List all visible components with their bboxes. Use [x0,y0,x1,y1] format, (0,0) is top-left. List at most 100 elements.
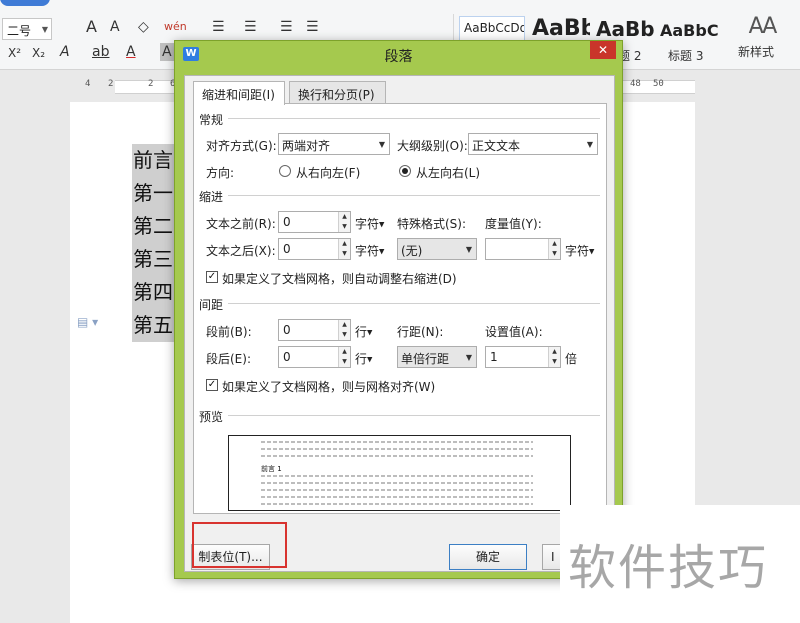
dialog-titlebar[interactable]: W 段落 ✕ [175,41,622,67]
space-after-unit-text: 行 [355,352,368,366]
measure-unit[interactable]: 字符▼ [565,242,594,259]
superscript-button[interactable]: X² [8,44,21,62]
auto-adjust-indent-label[interactable]: 如果定义了文档网格，则自动调整右缩进(D) [222,270,457,287]
tab-stops-highlight [192,522,287,568]
highlight-button[interactable]: ab [92,43,109,61]
rtl-label[interactable]: 从右向左(F) [296,164,360,181]
auto-adjust-indent-checkbox[interactable]: ✓ [206,271,218,283]
text-effect-button[interactable]: A [60,43,70,61]
indent-before-label: 文本之前(R): [206,217,276,231]
indent-after-value: 0 [283,242,291,256]
paragraph-handle-icon[interactable]: ▤ ▾ [77,315,98,329]
special-format-value: (无) [401,244,423,258]
ltr-label[interactable]: 从左向右(L) [416,164,480,181]
chevron-down-icon: ▼ [586,140,593,149]
measure-input[interactable]: ▲ ▼ [485,238,561,260]
font-size-select[interactable]: 二号 ▼ [2,18,52,40]
alignment-label: 对齐方式(G): [206,139,277,153]
set-value-input[interactable]: 1 ▲ ▼ [485,346,561,368]
phonetic-guide-button[interactable]: wén [164,18,187,36]
preview-next-line [261,503,533,505]
dialog-body: 缩进和间距(I) 换行和分页(P) 常规 对齐方式(G): 两端对齐 ▼ 大纲级… [184,75,615,572]
spinner-arrows[interactable]: ▲ ▼ [548,239,560,259]
alignment-select[interactable]: 两端对齐 ▼ [278,133,390,155]
rtl-radio[interactable] [279,165,291,177]
grow-font-button[interactable]: A [86,18,97,36]
special-format-select[interactable]: (无) ▼ [397,238,477,260]
space-after-value: 0 [283,350,291,364]
shrink-font-button[interactable]: A [110,18,120,36]
paragraph-preview: 前言 1 [228,435,571,511]
numbering-button[interactable]: ☰ [244,18,257,36]
section-divider [228,195,600,196]
char-shading-button[interactable]: A [160,43,174,61]
space-after-unit[interactable]: 行▼ [355,350,372,367]
tab-panel: 常规 对齐方式(G): 两端对齐 ▼ 大纲级别(O): 正文文本 ▼ 方向: 从… [193,103,607,514]
space-before-label: 段前(B): [206,325,252,339]
alignment-value: 两端对齐 [282,139,331,153]
style-heading-3-label: 标题 3 [668,49,704,63]
spinner-arrows[interactable]: ▲ ▼ [338,347,350,367]
outline-level-select[interactable]: 正文文本 ▼ [468,133,598,155]
section-indent: 缩进 [199,190,224,204]
preview-prev-line [261,448,533,450]
spinner-arrows[interactable]: ▲ ▼ [338,239,350,259]
ruler-tick: 2 [108,79,114,89]
indent-before-input[interactable]: 0 ▲ ▼ [278,211,351,233]
bullets-button[interactable]: ☰ [212,18,225,36]
snap-to-grid-checkbox[interactable]: ✓ [206,379,218,391]
style-preview: AaBb [532,16,590,41]
paragraph-dialog: W 段落 ✕ 缩进和间距(I) 换行和分页(P) 常规 对齐方式(G): 两端对… [174,40,623,579]
new-style-button[interactable]: AA 新样式 [738,14,786,59]
indent-before-unit-text: 字符 [355,217,380,231]
space-after-label: 段后(E): [206,352,251,366]
tab-line-page-breaks[interactable]: 换行和分页(P) [289,81,386,104]
spinner-arrows[interactable]: ▲ ▼ [338,212,350,232]
space-before-input[interactable]: 0 ▲ ▼ [278,319,351,341]
indent-after-unit[interactable]: 字符▼ [355,242,384,259]
preview-next-line [261,482,533,484]
indent-after-input[interactable]: 0 ▲ ▼ [278,238,351,260]
style-preview: AaBbCcDd [464,21,525,35]
preview-next-line [261,475,533,477]
increase-indent-button[interactable]: ☰ [306,18,319,36]
space-before-unit[interactable]: 行▼ [355,323,372,340]
new-style-icon: AA [748,14,778,39]
chevron-down-icon: ▼ [378,140,385,149]
tab-indent-spacing[interactable]: 缩进和间距(I) [193,81,285,105]
section-spacing: 间距 [199,298,224,312]
section-divider [228,415,600,416]
preview-prev-line [261,455,533,457]
outline-level-label: 大纲级别(O): [397,139,468,153]
snap-to-grid-label[interactable]: 如果定义了文档网格，则与网格对齐(W) [222,378,435,395]
ok-button[interactable]: 确定 [449,544,527,570]
indent-before-unit[interactable]: 字符▼ [355,215,384,232]
space-before-value: 0 [283,323,291,337]
indent-after-unit-text: 字符 [355,244,380,258]
decrease-indent-button[interactable]: ☰ [280,18,293,36]
style-heading-3[interactable]: AaBbC [656,16,724,46]
indent-after-label: 文本之后(X): [206,244,276,258]
space-after-input[interactable]: 0 ▲ ▼ [278,346,351,368]
font-color-button[interactable]: A [126,43,136,61]
chevron-down-icon: ▼ [465,245,472,254]
section-divider [228,303,600,304]
set-value-unit: 倍 [565,352,578,366]
spinner-arrows[interactable]: ▲ ▼ [338,320,350,340]
subscript-button[interactable]: X₂ [32,44,45,62]
new-style-label: 新样式 [738,45,775,59]
ribbon-tab-indicator [0,0,50,6]
line-spacing-select[interactable]: 单倍行距 ▼ [397,346,477,368]
clear-format-button[interactable]: ◇ [138,18,149,36]
preview-sample-text: 前言 1 [261,465,282,473]
chevron-down-icon[interactable]: ▼ [42,25,48,34]
close-icon[interactable]: ✕ [590,41,616,59]
preview-next-line [261,489,533,491]
dialog-title: 段落 [384,49,413,65]
ruler-tick: 4 [85,79,91,89]
direction-label: 方向: [206,166,235,180]
spinner-arrows[interactable]: ▲ ▼ [548,347,560,367]
ltr-radio[interactable] [399,165,411,177]
doc-line: 第三 [132,243,176,276]
measure-unit-text: 字符 [565,244,590,258]
